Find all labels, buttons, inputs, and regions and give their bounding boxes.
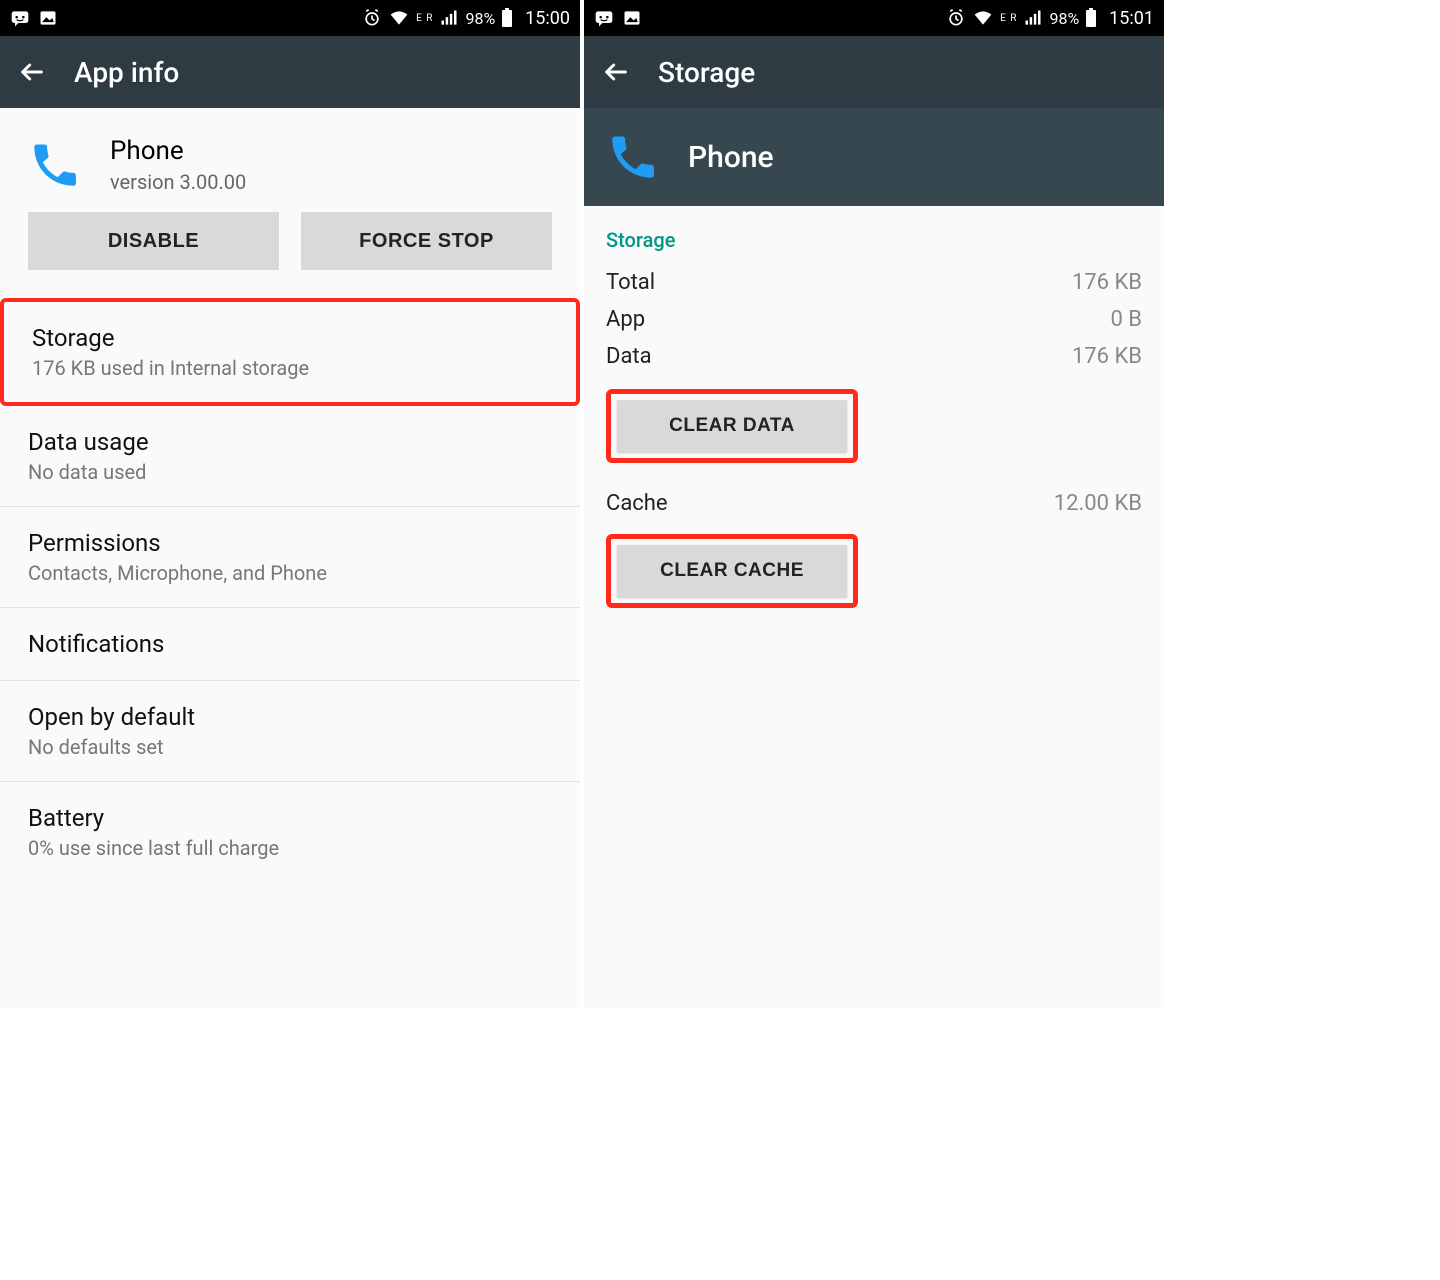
back-arrow-icon[interactable] [602,58,630,86]
battery-percent: 98% [1049,9,1079,28]
settings-list: Storage 176 KB used in Internal storage … [0,298,580,882]
status-bar: E R 98% 15:01 [584,0,1164,36]
row-app: App 0 B [584,301,1164,338]
action-bar: App info [0,36,580,108]
picture-notification-icon [622,8,642,28]
list-item-title: Open by default [28,703,552,731]
battery-icon [501,8,513,28]
network-type-label: E R [1000,14,1017,23]
phone-app-icon [28,138,82,192]
wifi-icon [388,8,410,28]
app-banner: Phone [584,108,1164,206]
back-arrow-icon[interactable] [18,58,46,86]
clear-data-button[interactable]: CLEAR DATA [617,400,847,452]
app-version: version 3.00.00 [110,170,246,194]
row-label: Total [606,270,655,295]
list-item-permissions[interactable]: Permissions Contacts, Microphone, and Ph… [0,507,580,608]
status-bar: E R 98% 15:00 [0,0,580,36]
action-buttons-row: DISABLE FORCE STOP [0,212,580,298]
row-value: 12.00 KB [1054,491,1142,516]
clear-cache-wrap: CLEAR CACHE [584,520,1164,618]
row-data: Data 176 KB [584,338,1164,375]
list-item-data-usage[interactable]: Data usage No data used [0,406,580,507]
row-total: Total 176 KB [584,264,1164,301]
signal-icon [439,8,459,28]
row-value: 176 KB [1072,270,1142,295]
clock-label: 15:00 [525,8,570,29]
list-item-subtitle: No defaults set [28,735,552,759]
disable-button[interactable]: DISABLE [28,212,279,270]
row-cache: Cache 12.00 KB [584,473,1164,520]
list-item-battery[interactable]: Battery 0% use since last full charge [0,782,580,882]
wifi-icon [972,8,994,28]
row-label: Data [606,344,652,369]
page-title: Storage [658,56,755,89]
list-item-storage[interactable]: Storage 176 KB used in Internal storage [0,298,580,406]
app-name: Phone [688,140,774,175]
battery-icon [1085,8,1097,28]
row-label: Cache [606,491,668,516]
phone-app-icon [606,130,660,184]
clear-cache-button[interactable]: CLEAR CACHE [617,545,847,597]
sms-notification-icon [10,8,30,28]
list-item-notifications[interactable]: Notifications [0,608,580,681]
list-item-subtitle: No data used [28,460,552,484]
clear-data-wrap: CLEAR DATA [584,375,1164,473]
list-item-title: Permissions [28,529,552,557]
list-item-subtitle: 0% use since last full charge [28,836,552,860]
list-item-title: Storage [32,324,548,352]
list-item-title: Battery [28,804,552,832]
alarm-icon [946,8,966,28]
network-type-label: E R [416,14,433,23]
force-stop-button[interactable]: FORCE STOP [301,212,552,270]
app-name: Phone [110,136,246,166]
list-item-subtitle: 176 KB used in Internal storage [32,356,548,380]
signal-icon [1023,8,1043,28]
row-value: 176 KB [1072,344,1142,369]
highlight-box: CLEAR DATA [606,389,858,463]
section-label-storage: Storage [584,206,1164,264]
highlight-box: CLEAR CACHE [606,534,858,608]
list-item-title: Data usage [28,428,552,456]
action-bar: Storage [584,36,1164,108]
app-header: Phone version 3.00.00 [0,108,580,212]
screen-storage: E R 98% 15:01 Storage Phone Storage Tota… [584,0,1164,1008]
picture-notification-icon [38,8,58,28]
screen-app-info: E R 98% 15:00 App info Phone version 3.0… [0,0,580,1008]
alarm-icon [362,8,382,28]
list-item-title: Notifications [28,630,552,658]
row-label: App [606,307,645,332]
page-title: App info [74,56,179,89]
sms-notification-icon [594,8,614,28]
list-item-open-by-default[interactable]: Open by default No defaults set [0,681,580,782]
clock-label: 15:01 [1109,8,1154,29]
battery-percent: 98% [465,9,495,28]
row-value: 0 B [1110,307,1142,332]
list-item-subtitle: Contacts, Microphone, and Phone [28,561,552,585]
